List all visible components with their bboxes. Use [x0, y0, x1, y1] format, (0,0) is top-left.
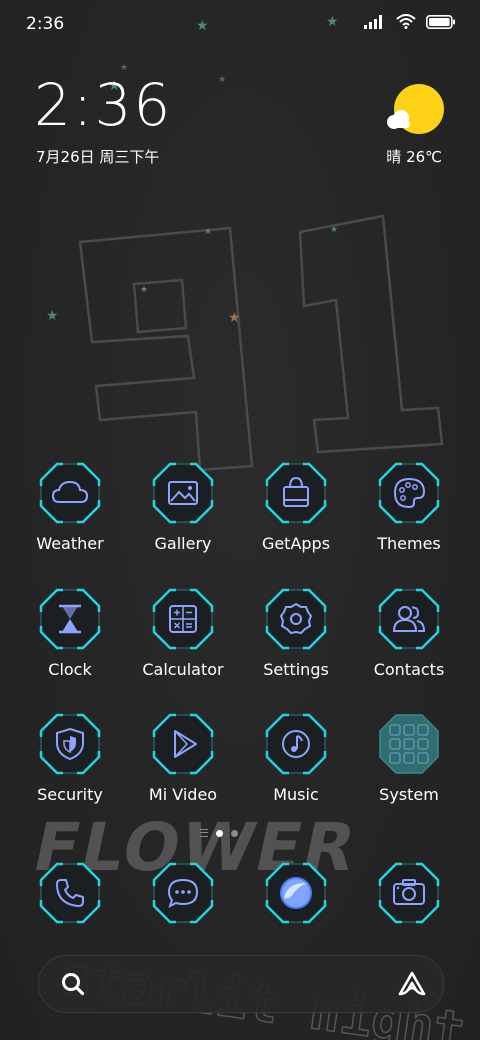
app-label: Contacts — [373, 660, 445, 679]
svg-text:★: ★ — [196, 18, 209, 34]
folder-grid-icon — [379, 714, 439, 774]
app-label: Gallery — [154, 534, 212, 553]
app-mi-video[interactable]: Mi Video — [128, 713, 238, 823]
cloud-icon — [39, 462, 101, 524]
app-label: Music — [273, 785, 319, 804]
app-weather[interactable]: Weather — [15, 462, 125, 572]
search-icon[interactable] — [59, 970, 87, 998]
play-icon — [152, 713, 214, 775]
app-clock[interactable]: Clock — [15, 588, 125, 698]
palette-icon — [378, 462, 440, 524]
home-screen: FLOWER starlit night ★ ★ ★ ★ ★ ★ ★ ★ ★ ★… — [0, 0, 480, 1040]
wifi-icon — [396, 14, 416, 29]
phone-icon[interactable] — [39, 862, 101, 924]
app-label: GetApps — [261, 534, 331, 553]
page-dot-active[interactable] — [216, 829, 223, 837]
page-list-icon[interactable] — [200, 829, 208, 837]
chat-bubble-icon[interactable] — [152, 862, 214, 924]
assistant-icon[interactable] — [397, 970, 427, 998]
music-note-icon — [265, 713, 327, 775]
contacts-icon — [378, 588, 440, 650]
app-folder-system[interactable]: System — [354, 713, 464, 823]
hourglass-icon — [39, 588, 101, 650]
app-label: Calculator — [142, 660, 224, 679]
app-label: System — [379, 785, 439, 804]
page-indicator[interactable] — [200, 829, 238, 837]
browser-icon[interactable] — [265, 862, 327, 924]
app-getapps[interactable]: GetApps — [241, 462, 351, 572]
calculator-icon — [152, 588, 214, 650]
search-bar[interactable] — [38, 955, 444, 1013]
app-label: Weather — [36, 534, 104, 553]
app-security[interactable]: Security — [15, 713, 125, 823]
status-time: 2:36 — [26, 14, 65, 34]
shopping-bag-icon — [265, 462, 327, 524]
image-icon — [152, 462, 214, 524]
signal-icon — [364, 14, 382, 29]
status-icons — [364, 14, 456, 29]
app-gallery[interactable]: Gallery — [128, 462, 238, 572]
app-themes[interactable]: Themes — [354, 462, 464, 572]
clock-widget-time[interactable]: 2:36 — [34, 76, 172, 134]
camera-icon[interactable] — [378, 862, 440, 924]
weather-summary: 晴 26℃ — [386, 148, 442, 166]
gear-icon — [265, 588, 327, 650]
app-label: Settings — [263, 660, 329, 679]
svg-text:★: ★ — [228, 310, 241, 326]
app-label: Themes — [377, 534, 441, 553]
app-label: Mi Video — [148, 785, 218, 804]
app-settings[interactable]: Settings — [241, 588, 351, 698]
app-calculator[interactable]: Calculator — [128, 588, 238, 698]
page-dot[interactable] — [231, 829, 238, 837]
app-music[interactable]: Music — [241, 713, 351, 823]
svg-text:★: ★ — [140, 285, 148, 295]
battery-icon — [426, 14, 455, 29]
sun-cloud-icon — [387, 84, 444, 134]
svg-text:★: ★ — [46, 308, 59, 324]
svg-text:★: ★ — [204, 227, 212, 237]
svg-text:★: ★ — [218, 75, 226, 85]
app-label: Security — [37, 785, 103, 804]
shield-icon — [39, 713, 101, 775]
app-label: Clock — [48, 660, 92, 679]
svg-text:★: ★ — [330, 225, 338, 235]
clock-widget-date[interactable]: 7月26日 周三下午 — [36, 146, 159, 167]
app-contacts[interactable]: Contacts — [354, 588, 464, 698]
svg-text:★: ★ — [326, 14, 339, 30]
